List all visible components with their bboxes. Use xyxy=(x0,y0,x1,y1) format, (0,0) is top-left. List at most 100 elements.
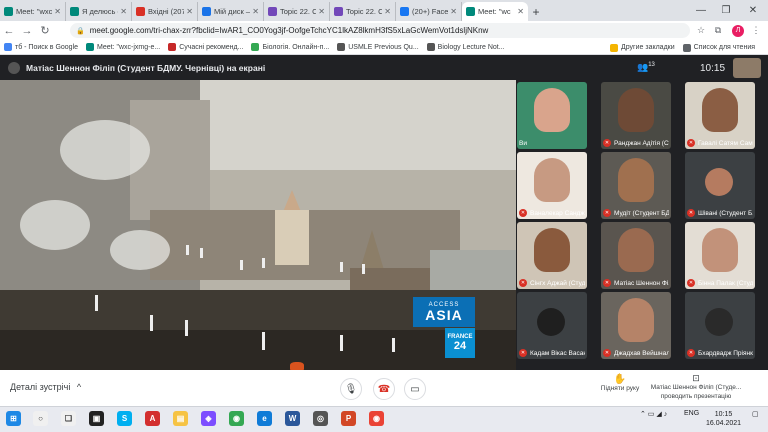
scene-shrine xyxy=(275,210,309,265)
explorer-icon[interactable]: ▤ xyxy=(173,411,188,426)
browser-tab[interactable]: Topic 22. Clo✕ xyxy=(330,2,396,21)
input-language[interactable]: ENG xyxy=(684,410,699,417)
meeting-details-button[interactable]: Деталі зустрічі ^ xyxy=(10,382,81,392)
muted-mic-icon: ✕ xyxy=(603,349,611,357)
browser-tab[interactable]: Meet: "wc ✕ xyxy=(462,2,528,21)
chrome-icon[interactable]: ◉ xyxy=(229,411,244,426)
close-icon[interactable]: ✕ xyxy=(742,0,764,21)
camera-app-icon[interactable]: ◎ xyxy=(313,411,328,426)
scene-smoke xyxy=(60,120,150,180)
tab-close-icon[interactable]: ✕ xyxy=(252,7,259,16)
tab-close-icon[interactable]: ✕ xyxy=(318,7,325,16)
menu-icon[interactable]: ⋮ xyxy=(748,21,764,40)
participant-name: Кадам Вікас Васан... xyxy=(530,349,585,357)
raise-hand-button[interactable]: ✋ Підняти руку xyxy=(598,374,642,392)
bookmark-item[interactable]: Biology Lecture Not... xyxy=(426,43,505,51)
bookmark-icon xyxy=(426,43,435,51)
browser-toolbar: ← → ↻ 🔒 meet.google.com/tri-chax-zrr?fbc… xyxy=(0,21,768,40)
participant-tile[interactable]: ✕ Матіас Шеннон Фі... xyxy=(601,222,671,289)
profile-button[interactable]: Л xyxy=(730,21,746,40)
word-icon[interactable]: W xyxy=(285,411,300,426)
browser-tab[interactable]: Topic 22. Clo✕ xyxy=(264,2,330,21)
search-icon[interactable]: ○ xyxy=(33,411,48,426)
store-icon[interactable]: ▣ xyxy=(89,411,104,426)
participant-tile[interactable]: ✕Джадхав Вейшналі ... xyxy=(601,292,671,359)
bookmark-item[interactable]: Meet: "wxc-jxmg-e... xyxy=(86,43,160,51)
reload-icon[interactable]: ↻ xyxy=(36,21,54,40)
lock-icon: 🔒 xyxy=(76,27,85,35)
bookmark-item[interactable]: тб - Поиск в Google xyxy=(4,43,78,51)
participant-tile[interactable]: ✕ Бінна Палак (Студ... xyxy=(685,222,755,289)
bookmark-item[interactable]: Біологія. Онлайн-п... xyxy=(251,43,329,51)
participant-name: Бінна Палак (Студ... xyxy=(698,279,753,287)
participant-tile[interactable]: ✕Кадам Вікас Васан... xyxy=(517,292,587,359)
participant-tile[interactable]: ✕ Бхардвадж Пріянк... xyxy=(685,292,755,359)
photos-icon[interactable]: ◈ xyxy=(201,411,216,426)
bookmark-item[interactable]: Список для чтения xyxy=(682,43,755,52)
tab-close-icon[interactable]: ✕ xyxy=(450,7,457,16)
system-date: 16.04.2021 xyxy=(706,420,742,427)
scene-person xyxy=(262,258,265,268)
bookmark-item[interactable]: USMLE Previous Qu... xyxy=(337,43,419,51)
tab-close-icon[interactable]: ✕ xyxy=(384,7,391,16)
participant-tile[interactable]: ✕ Сінгх Аджай (Студ... xyxy=(517,222,587,289)
participant-avatar xyxy=(537,308,565,336)
powerpoint-icon[interactable]: P xyxy=(341,411,356,426)
scene-shrine-roof xyxy=(283,190,301,212)
browser-tab-strip: Meet: "wxc-jx✕Я делюсь с вами✕Вхідні (20… xyxy=(0,0,768,21)
meet-icon xyxy=(466,7,475,16)
people-count-button[interactable]: 👥13 xyxy=(637,62,655,73)
tab-close-icon[interactable]: ✕ xyxy=(120,7,127,16)
tab-title: Meet: "wc xyxy=(478,7,511,16)
extensions-icon[interactable]: ⧉ xyxy=(710,21,726,40)
participant-name-row: ✕ Шівані (Студент Б... xyxy=(687,209,753,217)
tab-close-icon[interactable]: ✕ xyxy=(517,7,524,16)
tray-icons[interactable]: ⌃ ▭ ◢ ♪ xyxy=(640,410,667,418)
browser-tab[interactable]: Я делюсь с вами✕ xyxy=(66,2,132,21)
participant-tile[interactable]: ✕ Гавалі Сатям Сам... xyxy=(685,82,755,149)
participant-name-row: ✕Кадам Вікас Васан... xyxy=(519,349,585,357)
maximize-icon[interactable]: ❐ xyxy=(715,0,737,21)
start-icon[interactable]: ⊞ xyxy=(6,411,21,426)
bookmark-star-icon[interactable]: ☆ xyxy=(693,21,709,40)
chrome-active-icon[interactable]: ◉ xyxy=(369,411,384,426)
browser-tab[interactable]: Мій диск – G✕ xyxy=(198,2,264,21)
minimize-icon[interactable]: — xyxy=(690,0,712,21)
access-asia-logo: ACCESS ASIA xyxy=(413,297,475,327)
address-bar[interactable]: 🔒 meet.google.com/tri-chax-zrr?fbclid=Iw… xyxy=(70,23,690,38)
scene-smoke xyxy=(110,230,170,270)
tab-close-icon[interactable]: ✕ xyxy=(186,7,193,16)
participant-tile[interactable]: ✕Мудіт (Студент БД... xyxy=(601,152,671,219)
participant-video xyxy=(534,158,570,202)
tab-close-icon[interactable]: ✕ xyxy=(54,7,61,16)
browser-tab[interactable]: Вхідні (207) -✕ xyxy=(132,2,198,21)
chevron-up-icon: ^ xyxy=(76,382,82,392)
self-view-thumbnail[interactable] xyxy=(733,58,761,78)
skype-icon[interactable]: S xyxy=(117,411,132,426)
edge-icon[interactable]: e xyxy=(257,411,272,426)
presenter-avatar xyxy=(8,62,20,74)
leave-call-button[interactable]: ☎ xyxy=(373,378,395,400)
task-view-icon[interactable]: ❏ xyxy=(61,411,76,426)
participant-tile[interactable]: Ви xyxy=(517,82,587,149)
browser-tab[interactable]: (20+) Facebo✕ xyxy=(396,2,462,21)
url-text: meet.google.com/tri-chax-zrr?fbclid=IwAR… xyxy=(89,26,489,35)
bookmark-item[interactable]: Другие закладки xyxy=(610,43,675,52)
presenting-button[interactable]: ⊡ Матіас Шеннон Філіп (Студе... проводит… xyxy=(650,374,742,401)
bookmark-item[interactable]: Сучасні рекоменд... xyxy=(168,43,243,51)
bookmark-label: Біологія. Онлайн-п... xyxy=(262,43,330,51)
participant-tile[interactable]: ✕Ваналекар Санджі... xyxy=(517,152,587,219)
acrobat-icon[interactable]: A xyxy=(145,411,160,426)
microphone-button[interactable]: 🎙 xyxy=(340,378,362,400)
new-tab-button[interactable]: + xyxy=(528,2,544,21)
participant-tile[interactable]: ✕Ранджан Адітія (Ст... xyxy=(601,82,671,149)
notifications-icon[interactable]: ▢ xyxy=(752,410,759,418)
browser-tab[interactable]: Meet: "wxc-jx✕ xyxy=(0,2,66,21)
camera-button[interactable]: ▭ xyxy=(404,378,426,400)
participant-tile[interactable]: ✕ Шівані (Студент Б... xyxy=(685,152,755,219)
drive-icon xyxy=(202,7,211,16)
participant-name: Джадхав Вейшналі ... xyxy=(614,349,669,357)
system-clock[interactable]: 10:15 16.04.2021 xyxy=(706,410,741,428)
forward-icon[interactable]: → xyxy=(18,21,36,40)
back-icon[interactable]: ← xyxy=(0,21,18,40)
